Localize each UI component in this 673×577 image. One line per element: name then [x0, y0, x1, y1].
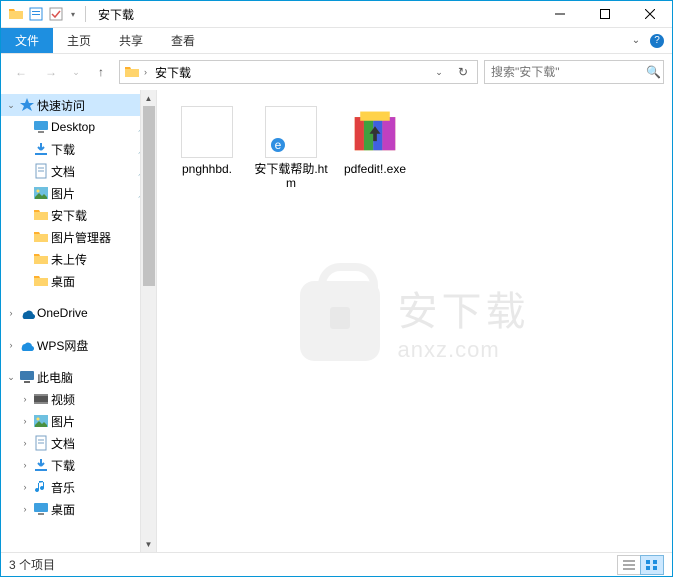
sidebar-quick-access[interactable]: ⌄快速访问 — [1, 94, 156, 116]
sidebar-wps-icon — [19, 337, 35, 353]
sidebar-onedrive[interactable]: ›OneDrive — [1, 302, 156, 324]
minimize-button[interactable] — [537, 1, 582, 28]
divider — [85, 6, 86, 22]
sidebar-pc-item-4[interactable]: ›音乐 — [1, 476, 156, 498]
sidebar-pc-item-4-icon — [33, 479, 49, 495]
address-bar: ← → ⌄ ↑ › 安下载 ⌄ ↻ 🔍 — [1, 54, 672, 90]
sidebar-quick-access-icon — [19, 97, 35, 113]
nav-back-button[interactable]: ← — [9, 60, 33, 84]
ribbon-expand-button[interactable]: ⌄ — [622, 28, 650, 53]
nav-up-button[interactable]: ↑ — [89, 60, 113, 84]
sidebar-pc-item-5[interactable]: ›桌面 — [1, 498, 156, 520]
scrollbar-thumb[interactable] — [143, 106, 155, 286]
file-thumb — [349, 106, 401, 158]
svg-text:e: e — [275, 138, 282, 152]
sidebar-item-4-icon — [33, 207, 49, 223]
sidebar-item-2[interactable]: 文档📌 — [1, 160, 156, 182]
sidebar-pc-item-2-icon — [33, 435, 49, 451]
file-item[interactable]: pnghhbd. — [165, 102, 249, 197]
title-bar: ▾ 安下载 — [1, 1, 672, 28]
maximize-button[interactable] — [582, 1, 627, 28]
tab-home[interactable]: 主页 — [53, 28, 105, 53]
sidebar-item-0-icon — [33, 119, 49, 135]
navigation-pane: ⌄快速访问Desktop📌下载📌文档📌图片📌安下载图片管理器未上传桌面 ›OneD… — [1, 90, 157, 552]
sidebar-item-6-icon — [33, 251, 49, 267]
view-icons-button[interactable] — [640, 555, 664, 575]
sidebar-scrollbar[interactable]: ▲ ▼ — [140, 90, 156, 552]
nav-forward-button[interactable]: → — [39, 60, 63, 84]
status-text: 3 个项目 — [9, 556, 55, 573]
file-item[interactable]: e 安下载帮助.htm — [249, 102, 333, 197]
sidebar-thispc-icon — [19, 369, 35, 385]
sidebar-item-6[interactable]: 未上传 — [1, 248, 156, 270]
file-name: pdfedit!.exe — [342, 162, 408, 176]
close-button[interactable] — [627, 1, 672, 28]
sidebar-wps[interactable]: ›WPS网盘 — [1, 334, 156, 356]
tab-file[interactable]: 文件 — [1, 28, 53, 53]
sidebar-item-7-icon — [33, 273, 49, 289]
scroll-up-button[interactable]: ▲ — [141, 90, 156, 106]
sidebar-item-0[interactable]: Desktop📌 — [1, 116, 156, 138]
qat-properties-button[interactable] — [27, 5, 45, 23]
files-area[interactable]: 安下载anxz.com pnghhbd. e 安下载帮助.htm pdfedit!.e… — [157, 90, 672, 552]
status-bar: 3 个项目 — [1, 552, 672, 576]
folder-icon — [124, 64, 140, 80]
sidebar-pc-item-0-icon — [33, 391, 49, 407]
address-box[interactable]: › 安下载 ⌄ ↻ — [119, 60, 478, 84]
search-box[interactable]: 🔍 — [484, 60, 664, 84]
sidebar-pc-item-1[interactable]: ›图片 — [1, 410, 156, 432]
sidebar-onedrive-icon — [19, 305, 35, 321]
ribbon: 文件 主页 共享 查看 ⌄ ? — [1, 28, 672, 54]
sidebar-pc-item-1-icon — [33, 413, 49, 429]
tab-share[interactable]: 共享 — [105, 28, 157, 53]
watermark: 安下载anxz.com — [300, 279, 530, 363]
sidebar-item-5-icon — [33, 229, 49, 245]
sidebar-pc-item-0[interactable]: ›视频 — [1, 388, 156, 410]
window-title: 安下载 — [98, 6, 134, 23]
sidebar-pc-item-3-icon — [33, 457, 49, 473]
file-thumb — [181, 106, 233, 158]
sidebar-item-3[interactable]: 图片📌 — [1, 182, 156, 204]
sidebar-item-7[interactable]: 桌面 — [1, 270, 156, 292]
sidebar-item-2-icon — [33, 163, 49, 179]
tab-view[interactable]: 查看 — [157, 28, 209, 53]
sidebar-item-4[interactable]: 安下载 — [1, 204, 156, 226]
help-button[interactable]: ? — [650, 34, 664, 48]
chevron-right-icon[interactable]: › — [144, 67, 147, 77]
sidebar-pc-item-5-icon — [33, 501, 49, 517]
sidebar-item-3-icon — [33, 185, 49, 201]
sidebar-item-1-icon — [33, 141, 49, 157]
sidebar-thispc[interactable]: ⌄此电脑 — [1, 366, 156, 388]
file-thumb: e — [265, 106, 317, 158]
breadcrumb-current[interactable]: 安下载 — [151, 64, 195, 81]
sidebar-pc-item-3[interactable]: ›下载 — [1, 454, 156, 476]
sidebar-pc-item-2[interactable]: ›文档 — [1, 432, 156, 454]
file-name: pnghhbd. — [180, 162, 234, 176]
address-dropdown-button[interactable]: ⌄ — [429, 62, 449, 82]
sidebar-item-1[interactable]: 下载📌 — [1, 138, 156, 160]
scroll-down-button[interactable]: ▼ — [141, 536, 156, 552]
view-details-button[interactable] — [617, 555, 641, 575]
refresh-button[interactable]: ↻ — [453, 62, 473, 82]
file-item[interactable]: pdfedit!.exe — [333, 102, 417, 197]
search-icon: 🔍 — [646, 65, 661, 79]
sidebar-item-5[interactable]: 图片管理器 — [1, 226, 156, 248]
folder-icon — [7, 5, 25, 23]
search-input[interactable] — [491, 65, 646, 79]
nav-recent-dropdown[interactable]: ⌄ — [69, 60, 83, 84]
qat-check-button[interactable] — [47, 5, 65, 23]
qat-dropdown[interactable]: ▾ — [67, 5, 79, 23]
file-name: 安下载帮助.htm — [249, 162, 333, 190]
